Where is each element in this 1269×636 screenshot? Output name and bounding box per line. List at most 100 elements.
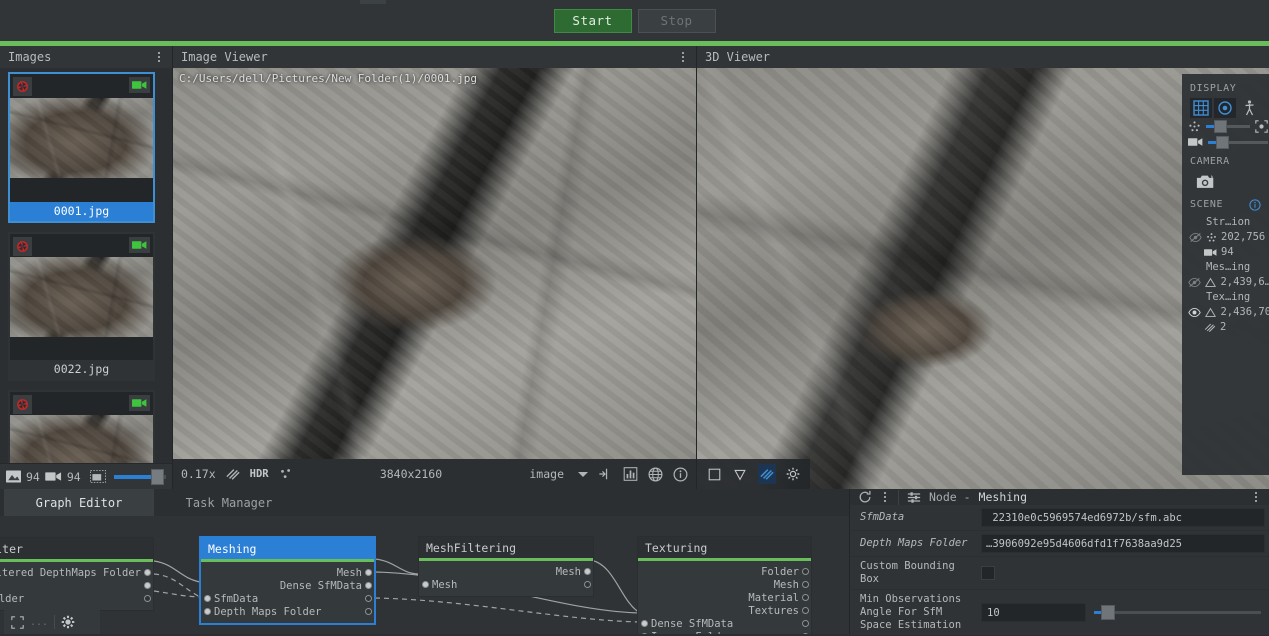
node-meshfiltering[interactable]: MeshFiltering Mesh Mesh bbox=[418, 536, 594, 597]
min-observations-angle-input[interactable]: 10 bbox=[981, 603, 1086, 622]
node-input-attr[interactable]: Images Folder bbox=[638, 630, 811, 634]
gear-icon[interactable] bbox=[61, 615, 75, 629]
output-port[interactable] bbox=[584, 581, 591, 588]
list-item[interactable]: 0001.jpg bbox=[8, 72, 155, 223]
node-output-attr[interactable]: Mesh bbox=[201, 566, 374, 579]
hdr-label[interactable]: HDR bbox=[250, 468, 269, 480]
kebab-menu-icon[interactable] bbox=[880, 489, 890, 505]
grid-icon[interactable] bbox=[1190, 98, 1212, 118]
node-meshing[interactable]: Meshing Mesh Dense SfMData SfmData Depth… bbox=[199, 536, 376, 625]
start-button[interactable]: Start bbox=[553, 8, 632, 33]
node-input-attr[interactable]: SfMData bbox=[0, 579, 153, 592]
node-input-attr[interactable]: DepthMaps Folder bbox=[0, 592, 153, 605]
node-output-attr[interactable]: Mesh bbox=[419, 565, 593, 578]
node-output-attr[interactable]: Dense SfMData bbox=[201, 579, 374, 592]
kebab-menu-icon[interactable] bbox=[678, 49, 688, 65]
node-input-attr[interactable]: Depth Maps Folder bbox=[201, 605, 374, 618]
node-output-attr[interactable]: Folder bbox=[638, 565, 811, 578]
chevron-down-icon[interactable] bbox=[578, 471, 588, 477]
input-port[interactable] bbox=[422, 581, 429, 588]
output-port[interactable] bbox=[365, 595, 372, 602]
node-output-attr[interactable]: Filtered DepthMaps Folder bbox=[0, 566, 153, 579]
min-observations-angle-slider[interactable] bbox=[1094, 605, 1261, 620]
node-output-attr[interactable]: Mesh bbox=[638, 578, 811, 591]
fit-view-icon[interactable] bbox=[11, 615, 24, 629]
eye-off-icon[interactable] bbox=[1188, 277, 1201, 288]
kebab-menu-icon[interactable] bbox=[154, 49, 164, 65]
hatch-stripes-icon[interactable] bbox=[757, 464, 776, 484]
eye-on-icon[interactable] bbox=[1188, 307, 1201, 318]
image-source-select[interactable]: image bbox=[529, 467, 588, 481]
node-output-attr[interactable]: Material bbox=[638, 591, 811, 604]
custom-bounding-box-checkbox[interactable] bbox=[981, 566, 995, 580]
focus-target-icon[interactable] bbox=[1255, 120, 1268, 133]
depth-maps-folder-field[interactable]: …3906092e95d4606dfd1f7638aa9d25 bbox=[981, 534, 1265, 553]
scene-item-stat: 2,436,70 bbox=[1182, 305, 1269, 320]
node-properties-list: SfmData 22310e0c5969574ed6972b/sfm.abc D… bbox=[850, 505, 1269, 636]
bounding-box-icon[interactable] bbox=[705, 464, 723, 484]
list-item[interactable]: 0022.jpg bbox=[8, 232, 155, 381]
node-output-attr[interactable]: Textures bbox=[638, 604, 811, 617]
refresh-icon[interactable] bbox=[858, 490, 872, 504]
camera-snapshot-icon[interactable] bbox=[1188, 173, 1216, 190]
output-port[interactable] bbox=[584, 568, 591, 575]
image-viewer-title: Image Viewer bbox=[181, 50, 268, 64]
feature-points-icon[interactable] bbox=[279, 467, 293, 481]
camera-size-slider[interactable] bbox=[1208, 135, 1268, 149]
tab-task-manager[interactable]: Task Manager bbox=[154, 489, 304, 516]
info-circle-icon[interactable] bbox=[673, 467, 688, 482]
output-port[interactable] bbox=[802, 568, 809, 575]
output-port[interactable] bbox=[144, 582, 151, 589]
node-input-attr[interactable]: Mesh bbox=[419, 578, 593, 591]
image-viewer-canvas[interactable]: C:/Users/dell/Pictures/New Folder(1)/000… bbox=[173, 68, 696, 459]
cone-icon[interactable] bbox=[731, 464, 749, 484]
node-depthmapfilter[interactable]: DepthMapFilter Filtered DepthMaps Folder… bbox=[0, 537, 154, 611]
list-item[interactable] bbox=[8, 390, 155, 463]
node-texturing[interactable]: Texturing Folder Mesh Material Textures … bbox=[637, 536, 812, 634]
stop-button[interactable]: Stop bbox=[637, 8, 716, 33]
tab-graph-editor[interactable]: Graph Editor bbox=[4, 489, 154, 516]
histogram-icon[interactable] bbox=[623, 467, 638, 481]
output-port[interactable] bbox=[365, 569, 372, 576]
point-cloud-icon bbox=[1188, 120, 1201, 133]
info-circle-icon[interactable] bbox=[1249, 199, 1261, 211]
scene-item-stat: 202,756 bbox=[1182, 230, 1269, 245]
output-port[interactable] bbox=[144, 595, 151, 602]
thumbnail-size-slider[interactable] bbox=[113, 468, 166, 485]
input-port[interactable] bbox=[204, 595, 211, 602]
property-row: Depth Maps Folder …3906092e95d4606dfd1f7… bbox=[850, 531, 1269, 557]
output-port[interactable] bbox=[802, 607, 809, 614]
photo-icon bbox=[6, 470, 21, 483]
node-title: Texturing bbox=[638, 537, 811, 558]
output-port[interactable] bbox=[144, 569, 151, 576]
hatch-stripes-icon[interactable] bbox=[226, 467, 240, 481]
output-port[interactable] bbox=[802, 594, 809, 601]
output-port[interactable] bbox=[365, 608, 372, 615]
output-port[interactable] bbox=[365, 582, 372, 589]
video-camera-icon bbox=[1204, 248, 1217, 257]
kebab-menu-icon[interactable] bbox=[1251, 489, 1261, 505]
zoom-level-label[interactable]: 0.17x bbox=[181, 467, 216, 481]
scene-item-stat: 2 bbox=[1182, 320, 1269, 335]
point-size-slider[interactable] bbox=[1206, 120, 1250, 133]
gear-icon[interactable] bbox=[784, 464, 802, 484]
node-input-attr[interactable]: SfmData bbox=[201, 592, 374, 605]
image-thumbnail-list[interactable]: 0001.jpg 0022.jpg bbox=[0, 68, 172, 463]
sfmdata-field[interactable]: 22310e0c5969574ed6972b/sfm.abc bbox=[981, 508, 1265, 527]
input-port[interactable] bbox=[641, 620, 648, 627]
eye-off-icon[interactable] bbox=[1188, 232, 1202, 243]
graph-canvas[interactable]: DepthMapFilter Filtered DepthMaps Folder… bbox=[0, 516, 849, 634]
editor-tab-bar: Graph Editor Task Manager bbox=[0, 489, 849, 516]
output-port[interactable] bbox=[802, 620, 809, 627]
thumbnail-size-icon[interactable] bbox=[89, 470, 106, 483]
globe-icon[interactable] bbox=[648, 467, 663, 482]
images-panel-title: Images bbox=[8, 50, 52, 64]
human-scale-icon[interactable] bbox=[1238, 98, 1260, 118]
origin-gizmo-icon[interactable] bbox=[1214, 98, 1236, 118]
sliders-icon bbox=[907, 491, 921, 504]
output-port[interactable] bbox=[802, 581, 809, 588]
export-arrow-icon[interactable] bbox=[598, 467, 613, 481]
property-label: Min Observations Angle For SfM Space Est… bbox=[860, 593, 962, 631]
node-input-attr[interactable]: Dense SfMData bbox=[638, 617, 811, 630]
input-port[interactable] bbox=[204, 608, 211, 615]
